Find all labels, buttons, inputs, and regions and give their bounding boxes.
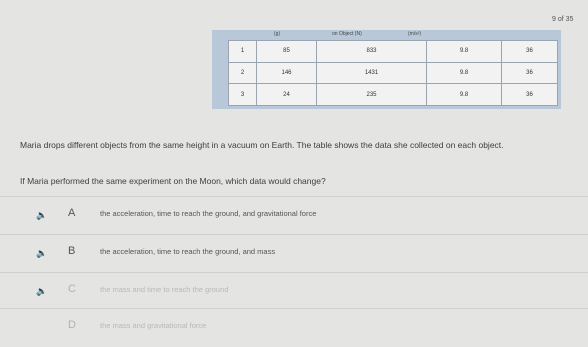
speaker-icon[interactable]: 🔈 bbox=[36, 248, 47, 259]
table-cell: 833 bbox=[316, 40, 427, 63]
table-cell: 9.8 bbox=[426, 40, 502, 63]
choice-letter: B bbox=[68, 245, 76, 257]
table-row: 1 85 833 9.8 36 bbox=[228, 40, 558, 63]
table-cell: 3 bbox=[228, 83, 257, 106]
choice-text: the mass and gravitational force bbox=[100, 321, 207, 330]
table-cell: 85 bbox=[256, 40, 317, 63]
table-cell: 235 bbox=[316, 83, 427, 106]
header-acceleration: (m/s²) bbox=[408, 31, 422, 37]
choice-text: the acceleration, time to reach the grou… bbox=[100, 247, 276, 256]
answer-choice-a[interactable]: 🔈 A the acceleration, time to reach the … bbox=[0, 196, 588, 235]
question-prompt: If Maria performed the same experiment o… bbox=[20, 176, 326, 186]
header-mass: (g) bbox=[274, 31, 281, 37]
table-cell: 2 bbox=[228, 61, 257, 85]
speaker-icon[interactable]: 🔈 bbox=[36, 210, 47, 221]
table-cell: 1431 bbox=[316, 61, 427, 85]
choice-letter: D bbox=[68, 319, 76, 331]
choice-letter: A bbox=[68, 207, 76, 219]
table-cell: 36 bbox=[501, 83, 558, 106]
table-cell: 36 bbox=[501, 61, 558, 85]
table-cell: 9.8 bbox=[426, 61, 502, 85]
table-cell: 146 bbox=[256, 61, 317, 85]
choice-text: the acceleration, time to reach the grou… bbox=[100, 209, 317, 218]
table-row: 2 146 1431 9.8 36 bbox=[228, 61, 558, 85]
header-force: on Object (N) bbox=[332, 31, 362, 37]
speaker-icon[interactable]: 🔈 bbox=[36, 286, 47, 297]
answer-choice-c[interactable]: 🔈 C the mass and time to reach the groun… bbox=[0, 272, 588, 311]
table-cell: 9.8 bbox=[426, 83, 502, 106]
table-cell: 36 bbox=[501, 40, 558, 63]
answer-choice-b[interactable]: 🔈 B the acceleration, time to reach the … bbox=[0, 234, 588, 273]
choice-text: the mass and time to reach the ground bbox=[100, 285, 229, 294]
question-stem: Maria drops different objects from the s… bbox=[20, 140, 504, 150]
table-row: 3 24 235 9.8 36 bbox=[228, 83, 558, 106]
table-cell: 1 bbox=[228, 40, 257, 63]
data-table: 1 85 833 9.8 36 2 146 1431 9.8 36 3 24 2… bbox=[228, 40, 558, 106]
choice-letter: C bbox=[68, 283, 76, 295]
table-header: (g) on Object (N) (m/s²) bbox=[212, 30, 561, 40]
table-cell: 24 bbox=[256, 83, 317, 106]
question-counter: 9 of 35 bbox=[552, 16, 574, 23]
